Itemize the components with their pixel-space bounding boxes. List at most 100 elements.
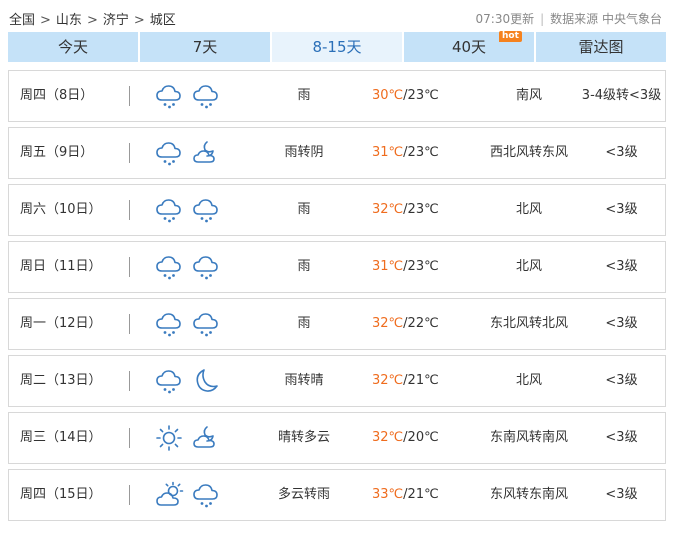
- weather-icons: [154, 480, 228, 510]
- partly-cloudy-day-icon: [154, 480, 184, 510]
- low-temp: 21℃: [407, 487, 439, 502]
- day-date: 周三（14日）: [20, 430, 102, 445]
- high-temp: 31℃: [372, 259, 404, 274]
- forecast-row: 周二（13日） 雨转晴 32℃/21℃ 北风 <3级: [8, 355, 666, 407]
- breadcrumb-item-district: 城区: [149, 13, 176, 28]
- weather-icons: [154, 138, 228, 168]
- divider: [129, 314, 130, 334]
- cloudy-night-icon: [191, 138, 221, 168]
- forecast-row: 周五（9日） 雨转阴 31℃/23℃ 西北风转东风 <3级: [8, 127, 666, 179]
- tab-label: 8-15天: [312, 38, 362, 56]
- breadcrumb-separator: >: [40, 13, 51, 28]
- top-bar: 全国 > 山东 > 济宁 > 城区 07:30更新 | 数据来源 中央气象台: [0, 0, 674, 32]
- rain-cloud-icon: [154, 366, 184, 396]
- rain-cloud-icon: [154, 81, 184, 111]
- breadcrumb-item-country[interactable]: 全国: [9, 9, 35, 28]
- tab-label: 7天: [192, 38, 218, 56]
- rain-cloud-icon: [154, 138, 184, 168]
- temperature: 31℃/23℃: [372, 128, 439, 178]
- divider: [129, 485, 130, 505]
- cloudy-night-icon: [191, 423, 221, 453]
- wind-direction: 北风: [515, 373, 542, 388]
- forecast-row: 周六（10日） 雨 32℃/23℃ 北风 <3级: [8, 184, 666, 236]
- tab-today[interactable]: 今天: [8, 32, 140, 62]
- wind-direction: 北风: [515, 259, 542, 274]
- weather-icons: [154, 309, 228, 339]
- low-temp: 23℃: [407, 88, 439, 103]
- data-source: 数据来源 中央气象台: [550, 12, 662, 26]
- weather-text: 雨转晴: [284, 373, 324, 388]
- breadcrumb-separator: >: [86, 13, 98, 28]
- rain-cloud-icon: [191, 309, 221, 339]
- high-temp: 30℃: [372, 88, 404, 103]
- low-temp: 23℃: [407, 145, 439, 160]
- wind-level: <3级: [605, 316, 638, 331]
- divider: [129, 428, 130, 448]
- divider: [129, 371, 130, 391]
- tab-7-days[interactable]: 7天: [140, 32, 272, 62]
- rain-cloud-icon: [191, 252, 221, 282]
- weather-text: 雨: [297, 316, 311, 331]
- rain-cloud-icon: [191, 81, 221, 111]
- day-date: 周一（12日）: [20, 316, 102, 331]
- temperature: 32℃/22℃: [372, 299, 439, 349]
- tab-40-days[interactable]: 40天 hot: [404, 31, 536, 62]
- tab-radar[interactable]: 雷达图: [536, 32, 666, 62]
- high-temp: 32℃: [372, 316, 404, 331]
- rain-cloud-icon: [154, 309, 184, 339]
- temperature: 33℃/21℃: [372, 470, 439, 520]
- breadcrumb-separator: >: [133, 13, 145, 28]
- weather-icons: [154, 252, 228, 282]
- temperature: 30℃/23℃: [372, 71, 439, 121]
- divider: [129, 143, 130, 163]
- wind-level: <3级: [605, 487, 638, 502]
- weather-icons: [154, 195, 228, 225]
- weather-text: 雨: [297, 202, 311, 217]
- wind-direction: 西北风转东风: [489, 145, 568, 160]
- forecast-row: 周四（15日） 多云转雨 33℃/21℃ 东风转东南风 <3级: [8, 469, 666, 521]
- low-temp: 22℃: [407, 316, 439, 331]
- wind-level: <3级: [605, 259, 638, 274]
- temperature: 32℃/21℃: [372, 356, 439, 406]
- wind-direction: 东风转东南风: [489, 487, 568, 502]
- weather-icons: [154, 366, 228, 396]
- temperature: 31℃/23℃: [372, 242, 439, 292]
- divider: [129, 257, 130, 277]
- tab-label: 今天: [57, 38, 88, 56]
- divider: [129, 86, 130, 106]
- forecast-row: 周一（12日） 雨 32℃/22℃ 东北风转北风 <3级: [8, 298, 666, 350]
- tab-label: 雷达图: [578, 38, 624, 56]
- forecast-row: 周四（8日） 雨 30℃/23℃ 南风 3-4级转<3级: [8, 70, 666, 122]
- temperature: 32℃/23℃: [372, 185, 439, 235]
- forecast-tabs: 今天 7天 8-15天 40天 hot 雷达图: [8, 31, 666, 62]
- low-temp: 21℃: [407, 373, 439, 388]
- tab-8-15-days[interactable]: 8-15天: [272, 32, 404, 62]
- rain-cloud-icon: [191, 480, 221, 510]
- high-temp: 32℃: [372, 202, 404, 217]
- divider: |: [540, 12, 545, 26]
- high-temp: 32℃: [372, 373, 404, 388]
- temperature: 32℃/20℃: [372, 413, 439, 463]
- rain-cloud-icon: [191, 195, 221, 225]
- forecast-row: 周三（14日） 晴转多云 32℃/20℃ 东南风转南风 <3级: [8, 412, 666, 464]
- breadcrumb-item-city[interactable]: 济宁: [103, 9, 129, 28]
- wind-direction: 南风: [515, 88, 542, 103]
- day-date: 周六（10日）: [20, 202, 102, 217]
- breadcrumb-item-province[interactable]: 山东: [56, 9, 82, 28]
- wind-direction: 东北风转北风: [489, 316, 568, 331]
- source-info: 07:30更新 | 数据来源 中央气象台: [476, 10, 662, 27]
- weather-icons: [154, 81, 228, 111]
- weather-text: 雨: [297, 88, 311, 103]
- weather-icons: [154, 423, 228, 453]
- wind-level: <3级: [605, 430, 638, 445]
- low-temp: 23℃: [407, 202, 439, 217]
- sun-icon: [154, 423, 184, 453]
- day-date: 周五（9日）: [20, 145, 94, 160]
- tab-label: 40天: [451, 38, 487, 56]
- wind-level: <3级: [605, 145, 638, 160]
- weather-text: 晴转多云: [277, 430, 330, 445]
- weather-text: 雨转阴: [284, 145, 324, 160]
- high-temp: 33℃: [372, 487, 404, 502]
- wind-direction: 北风: [515, 202, 542, 217]
- update-time: 07:30更新: [475, 12, 535, 26]
